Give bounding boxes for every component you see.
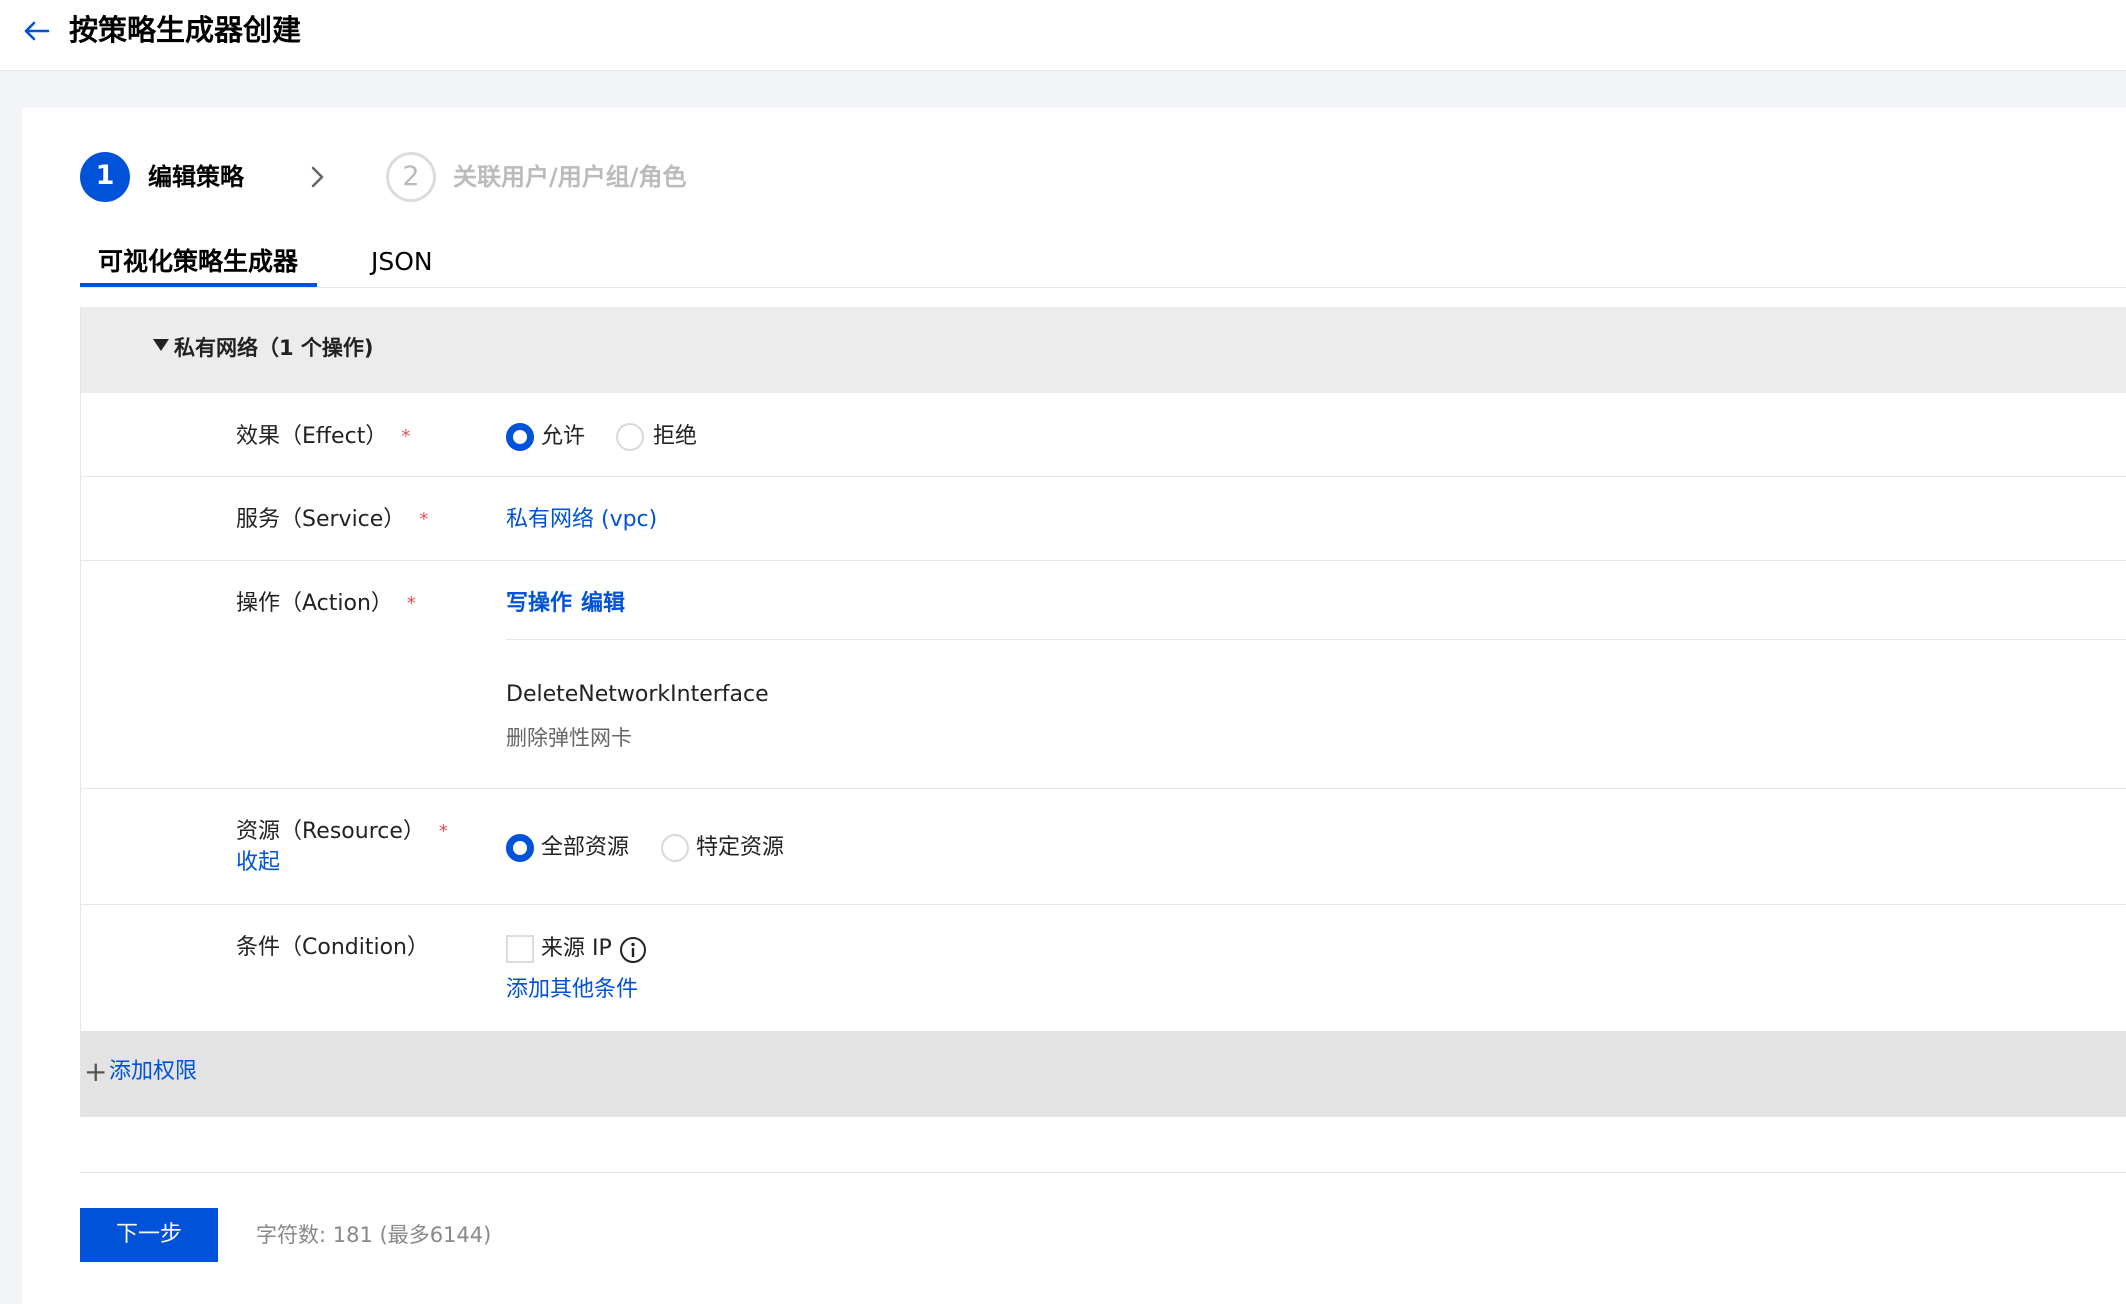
add-condition-link[interactable]: 添加其他条件 <box>506 973 638 1007</box>
step-1-number: 1 <box>80 152 130 202</box>
resource-collapse-link[interactable]: 收起 <box>236 846 280 880</box>
action-type-link[interactable]: 写操作 <box>506 587 572 621</box>
policy-section: 私有网络（1 个操作) 效果（Effect） * 允许 拒绝 服务（Service… <box>80 307 2126 1117</box>
resource-label-text: 资源（Resource） <box>236 819 425 844</box>
char-count: 字符数: 181 (最多6144) <box>256 1223 492 1247</box>
add-permission-link[interactable]: 添加权限 <box>109 1055 197 1089</box>
resource-specific-radio[interactable] <box>661 834 689 862</box>
source-ip-checkbox[interactable] <box>506 935 534 963</box>
resource-all-radio[interactable] <box>506 834 534 862</box>
condition-label: 条件（Condition） <box>236 935 429 960</box>
page-title: 按策略生成器创建 <box>69 13 302 47</box>
chevron-right-icon <box>311 166 324 188</box>
effect-allow-radio[interactable] <box>506 423 534 451</box>
arrow-left-icon[interactable] <box>20 14 54 48</box>
tab-visual-editor[interactable]: 可视化策略生成器 <box>98 242 298 282</box>
service-label-text: 服务（Service） <box>236 507 406 532</box>
resource-all-label[interactable]: 全部资源 <box>541 831 629 865</box>
source-ip-label[interactable]: 来源 IP <box>541 932 612 966</box>
action-inner-divider <box>506 639 2126 640</box>
action-name: DeleteNetworkInterface <box>506 682 769 707</box>
effect-deny-label[interactable]: 拒绝 <box>653 420 697 454</box>
service-label: 服务（Service） * <box>236 503 428 538</box>
action-description: 删除弹性网卡 <box>506 726 632 750</box>
tab-json[interactable]: JSON <box>371 242 433 282</box>
step-2-number: 2 <box>386 152 436 202</box>
add-permission-bar[interactable]: + 添加权限 <box>81 1031 2126 1117</box>
plus-icon[interactable]: + <box>84 1052 107 1092</box>
required-mark: * <box>401 426 411 447</box>
resource-specific-label[interactable]: 特定资源 <box>696 831 784 865</box>
resource-label: 资源（Resource） * <box>236 815 448 850</box>
row-divider <box>81 560 2126 561</box>
row-divider <box>81 788 2126 789</box>
footer-divider <box>80 1172 2126 1173</box>
tabs-divider <box>80 287 2126 288</box>
service-value-link[interactable]: 私有网络 (vpc) <box>506 503 657 537</box>
required-mark: * <box>419 509 429 530</box>
info-icon[interactable] <box>619 936 647 964</box>
next-step-button[interactable]: 下一步 <box>80 1208 218 1262</box>
active-tab-indicator <box>80 283 317 287</box>
action-edit-link[interactable]: 编辑 <box>581 587 625 621</box>
top-bar: 按策略生成器创建 <box>0 0 2126 71</box>
section-title: 私有网络（1 个操作) <box>174 336 374 360</box>
row-divider <box>81 476 2126 477</box>
effect-allow-label[interactable]: 允许 <box>541 420 585 454</box>
effect-deny-radio[interactable] <box>616 423 644 451</box>
action-label-text: 操作（Action） <box>236 591 393 616</box>
action-label: 操作（Action） * <box>236 587 416 622</box>
step-2-label: 关联用户/用户组/角色 <box>453 163 687 191</box>
required-mark: * <box>438 821 448 842</box>
caret-down-icon[interactable] <box>153 339 169 351</box>
effect-label: 效果（Effect） * <box>236 420 410 455</box>
effect-label-text: 效果（Effect） <box>236 424 388 449</box>
section-header[interactable]: 私有网络（1 个操作) <box>81 307 2126 393</box>
row-divider <box>81 904 2126 905</box>
step-1-label: 编辑策略 <box>148 163 244 191</box>
required-mark: * <box>406 593 416 614</box>
